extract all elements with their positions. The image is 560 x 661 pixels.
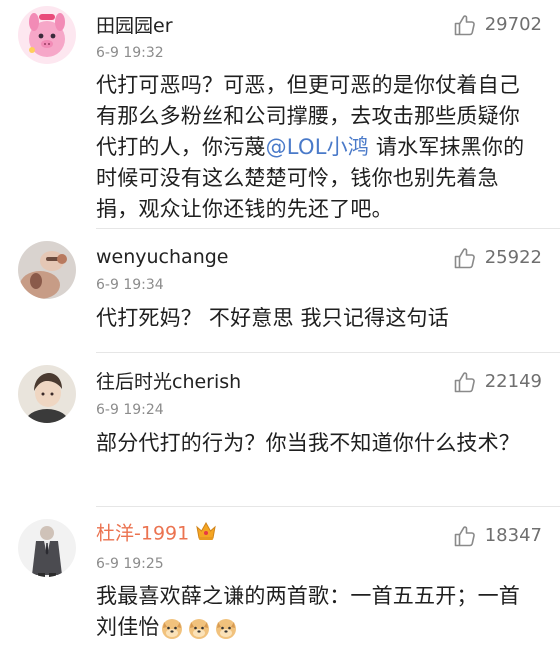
comment-item: 往后时光cherish 6-9 19:24 22149 部分代打的行为？你当我不… bbox=[0, 353, 560, 493]
avatar-photo-icon bbox=[18, 241, 76, 299]
comment-item: wenyuchange 6-9 19:34 25922 代打死妈？ 不好意思 我… bbox=[0, 229, 560, 339]
like-button[interactable]: 29702 bbox=[453, 12, 542, 38]
comment-username[interactable]: 田园园er bbox=[96, 14, 173, 38]
comment-feed: 田园园er 6-9 19:32 29702 代打可恶吗？可恶，但更可恶的是你仗着… bbox=[0, 0, 560, 661]
comment-text: 我最喜欢薛之谦的两首歌：一首五五开；一首刘佳怡 bbox=[96, 581, 540, 643]
avatar-pig-cartoon-icon bbox=[18, 6, 76, 64]
like-count: 29702 bbox=[484, 14, 542, 35]
avatar-photo-icon bbox=[18, 365, 76, 423]
doge-icon bbox=[214, 616, 238, 640]
comment-text: 代打死妈？ 不好意思 我只记得这句话 bbox=[96, 306, 449, 330]
comment-time: 6-9 19:24 bbox=[96, 402, 164, 418]
mention-link[interactable]: @LOL小鸿 bbox=[266, 135, 369, 159]
thumbs-up-icon bbox=[454, 15, 475, 36]
like-button[interactable]: 18347 bbox=[453, 523, 542, 549]
like-button[interactable]: 22149 bbox=[453, 369, 542, 395]
comment-text: 部分代打的行为？你当我不知道你什么技术？ bbox=[96, 431, 520, 455]
like-count: 25922 bbox=[484, 247, 542, 268]
comment-username[interactable]: 往后时光cherish bbox=[96, 370, 241, 394]
like-count: 18347 bbox=[484, 525, 542, 546]
avatar[interactable] bbox=[18, 6, 76, 64]
avatar[interactable] bbox=[18, 241, 76, 299]
comment-time: 6-9 19:34 bbox=[96, 277, 164, 293]
comment-username[interactable]: wenyuchange bbox=[96, 245, 228, 269]
comment-item: 杜洋-1991 6-9 19:25 18347 我最喜欢薛之谦的两首歌：一首五五… bbox=[0, 507, 560, 661]
like-button[interactable]: 25922 bbox=[453, 245, 542, 271]
vip-username-label[interactable]: 杜洋-1991 bbox=[96, 523, 189, 545]
comment-time: 6-9 19:32 bbox=[96, 45, 164, 61]
avatar[interactable] bbox=[18, 365, 76, 423]
thumbs-up-icon bbox=[454, 526, 475, 547]
avatar-photo-icon bbox=[18, 519, 76, 577]
avatar[interactable] bbox=[18, 519, 76, 577]
crown-icon bbox=[195, 521, 217, 547]
doge-icon bbox=[160, 616, 184, 640]
thumbs-up-icon bbox=[454, 248, 475, 269]
comment-item: 田园园er 6-9 19:32 29702 代打可恶吗？可恶，但更可恶的是你仗着… bbox=[0, 0, 560, 222]
comment-username[interactable]: 杜洋-1991 bbox=[96, 521, 217, 547]
comment-time: 6-9 19:25 bbox=[96, 556, 164, 572]
thumbs-up-icon bbox=[454, 372, 475, 393]
comment-text: 代打可恶吗？可恶，但更可恶的是你仗着自己有那么多粉丝和公司撑腰，去攻击那些质疑你… bbox=[96, 70, 540, 225]
doge-icon bbox=[187, 616, 211, 640]
like-count: 22149 bbox=[484, 371, 542, 392]
